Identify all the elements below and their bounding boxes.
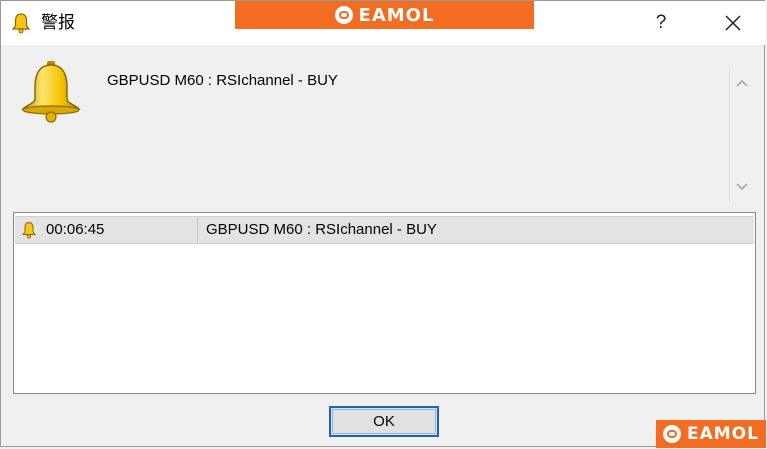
ok-button[interactable]: OK: [329, 406, 439, 437]
window-title: 警报: [41, 13, 75, 33]
bell-icon: [21, 61, 81, 123]
bell-icon: [11, 13, 31, 34]
bell-icon: [21, 221, 37, 239]
chevron-up-icon[interactable]: [736, 78, 748, 88]
eamol-logo-icon: [334, 6, 353, 24]
message-scrollbar[interactable]: [729, 68, 755, 203]
watermark-text: EAMOL: [358, 4, 435, 26]
eamol-logo-icon: [663, 425, 681, 443]
alert-time: 00:06:45: [46, 221, 105, 238]
close-button[interactable]: [711, 7, 755, 39]
alert-message: GBPUSD M60 : RSIchannel - BUY: [107, 72, 338, 89]
alert-list[interactable]: 00:06:45 GBPUSD M60 : RSIchannel - BUY: [13, 212, 756, 394]
chevron-down-icon[interactable]: [736, 182, 748, 192]
list-item[interactable]: 00:06:45 GBPUSD M60 : RSIchannel - BUY: [15, 216, 754, 244]
help-button[interactable]: ?: [639, 7, 683, 39]
watermark-banner: EAMOL: [235, 1, 534, 29]
watermark-banner: EAMOL: [656, 420, 766, 448]
alert-dialog: 警报 ? EAMOL GBPUSD M60 : RSIchannel - BUY: [0, 0, 766, 447]
alert-row-message: GBPUSD M60 : RSIchannel - BUY: [206, 221, 437, 238]
scrollbar-track: [729, 68, 730, 203]
time-cell: 00:06:45: [15, 217, 198, 243]
watermark-text: EAMOL: [687, 424, 759, 444]
close-icon: [725, 15, 741, 31]
